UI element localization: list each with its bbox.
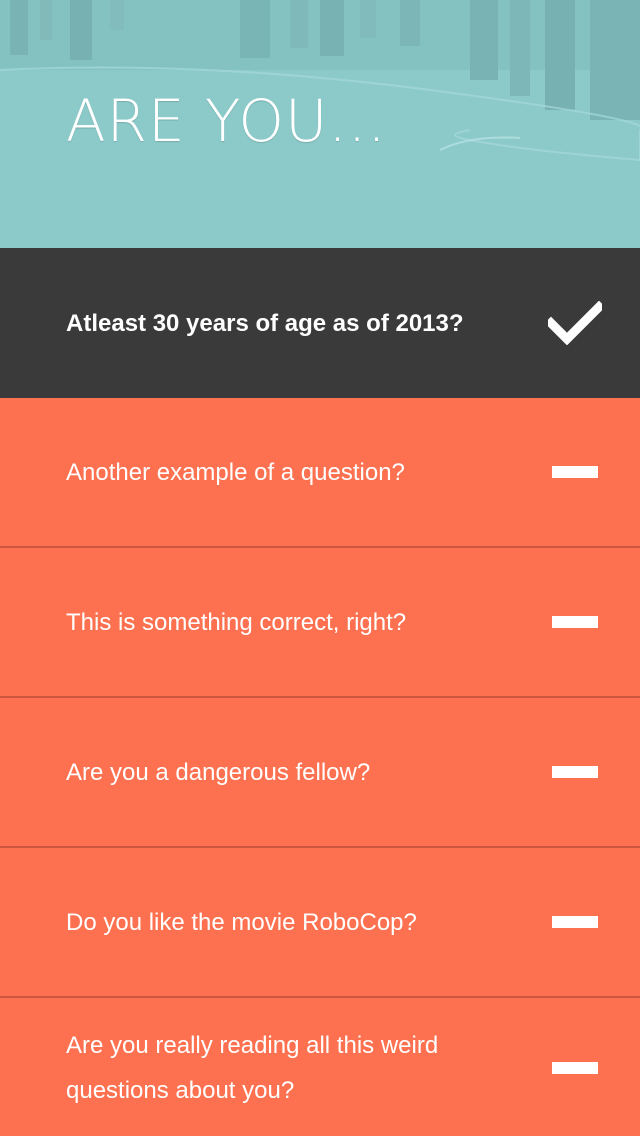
question-row[interactable]: Are you really reading all this weird qu… [0,998,640,1136]
question-text: Are you a dangerous fellow? [66,758,371,786]
question-text: Do you like the movie RoboCop? [66,908,417,936]
checkmark-icon[interactable] [548,299,602,347]
question-row[interactable]: Atleast 30 years of age as of 2013? [0,248,640,398]
dash-icon[interactable] [548,898,602,946]
page-title: ARE YOU... [66,87,387,155]
question-row[interactable]: This is something correct, right? [0,548,640,698]
question-row[interactable]: Another example of a question? [0,398,640,548]
dash-icon[interactable] [548,748,602,796]
dash-icon[interactable] [548,448,602,496]
dash-icon[interactable] [548,598,602,646]
header-banner: ARE YOU... [0,0,640,248]
question-text: Are you really reading all this weird qu… [66,1032,439,1104]
question-text: Another example of a question? [66,458,405,486]
question-text: This is something correct, right? [66,608,407,636]
question-row[interactable]: Do you like the movie RoboCop? [0,848,640,998]
app-screen: ARE YOU... Atleast 30 years of age as of… [0,0,640,1136]
dash-icon[interactable] [548,1044,602,1092]
question-list: Atleast 30 years of age as of 2013? Anot… [0,248,640,1136]
question-row[interactable]: Are you a dangerous fellow? [0,698,640,848]
question-text: Atleast 30 years of age as of 2013? [66,309,464,337]
